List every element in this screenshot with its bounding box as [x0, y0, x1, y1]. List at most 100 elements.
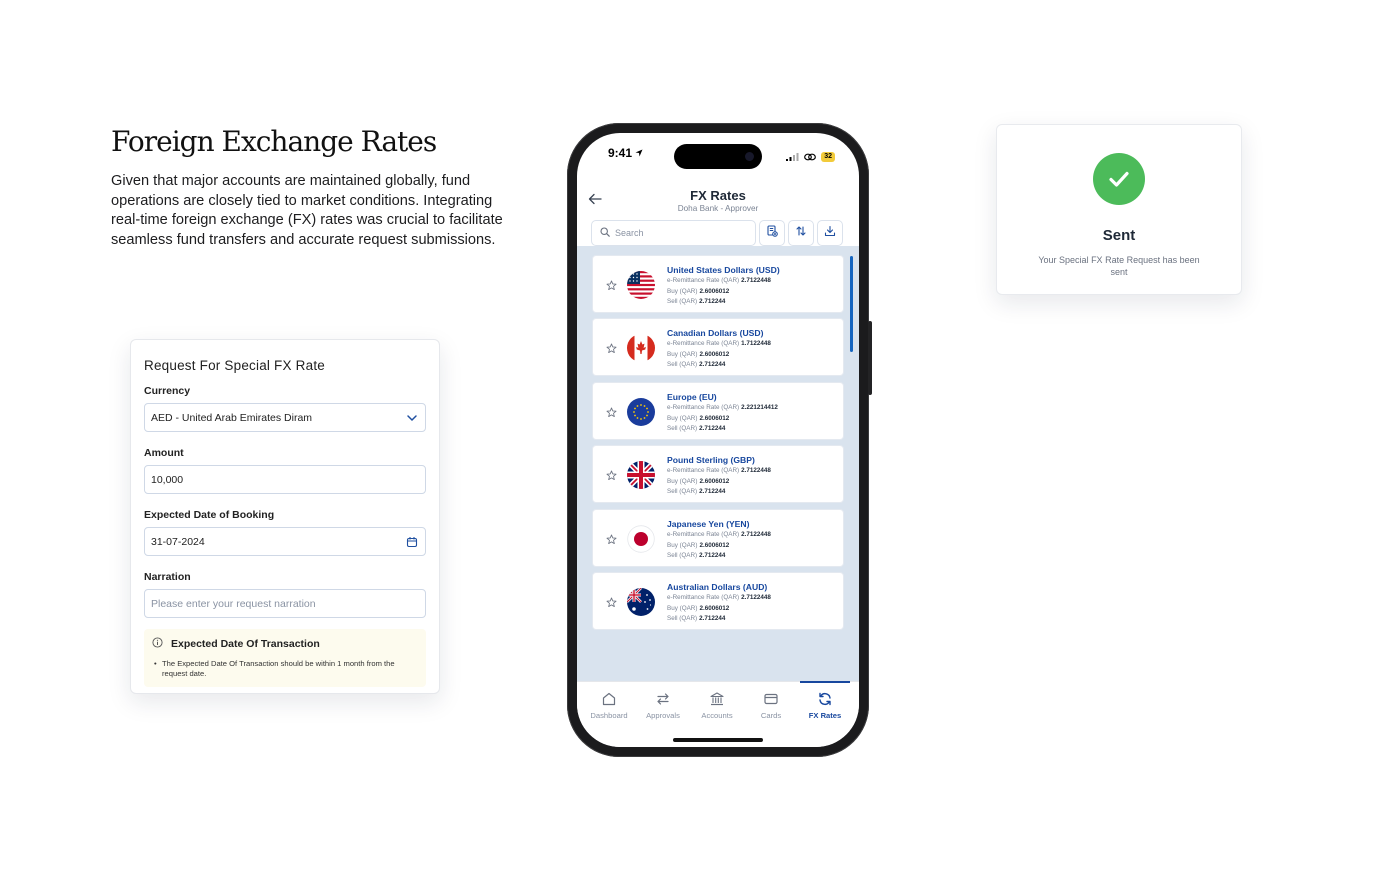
phone-side-button: [868, 321, 872, 395]
currency-name: Australian Dollars (AUD): [667, 582, 768, 592]
narration-placeholder: Please enter your request narration: [151, 597, 316, 610]
star-icon[interactable]: [606, 278, 617, 291]
currency-name: Pound Sterling (GBP): [667, 455, 755, 465]
bank-icon: [708, 690, 726, 708]
search-input[interactable]: Search: [591, 220, 756, 246]
swap-icon: [654, 690, 672, 708]
screen-title: FX Rates: [690, 188, 746, 203]
info-box: Expected Date Of Transaction The Expecte…: [144, 629, 426, 687]
sell-rate: Sell (QAR) 2.712244: [667, 552, 726, 559]
sent-subtitle: Your Special FX Rate Request has been se…: [1038, 255, 1200, 277]
currency-value: AED - United Arab Emirates Diram: [151, 411, 313, 424]
document-add-icon: [766, 224, 778, 242]
search-placeholder: Search: [615, 228, 644, 238]
sort-arrows-icon: [795, 224, 807, 242]
tab-fx-rates[interactable]: FX Rates: [798, 681, 852, 730]
currency-name: United States Dollars (USD): [667, 265, 780, 275]
phone-screen: 9:41 32 FX Rates Doha Bank - Approver Se…: [577, 133, 859, 747]
request-rate-button[interactable]: [759, 220, 785, 246]
rate-card-usd[interactable]: United States Dollars (USD) e-Remittance…: [592, 255, 844, 313]
currency-select[interactable]: AED - United Arab Emirates Diram: [144, 403, 426, 432]
download-button[interactable]: [817, 220, 843, 246]
rate-card-eu[interactable]: Europe (EU) e-Remittance Rate (QAR) 2.221…: [592, 382, 844, 440]
sell-rate: Sell (QAR) 2.712244: [667, 425, 726, 432]
sell-rate: Sell (QAR) 2.712244: [667, 298, 726, 305]
dynamic-island: [674, 144, 762, 169]
currency-name: Japanese Yen (YEN): [667, 519, 750, 529]
australia-flag-icon: [627, 588, 655, 616]
amount-input[interactable]: 10,000: [144, 465, 426, 494]
tab-dashboard[interactable]: Dashboard: [582, 682, 636, 730]
japan-flag-icon: [627, 525, 655, 553]
buy-rate: Buy (QAR) 2.6006012: [667, 351, 730, 358]
sent-title: Sent: [1102, 227, 1136, 244]
remit-rate: e-Remittance Rate (QAR) 2.7122448: [667, 594, 771, 601]
star-icon[interactable]: [606, 405, 617, 418]
status-indicators: 32: [786, 148, 835, 166]
canada-flag-icon: [627, 334, 655, 362]
currency-name: Canadian Dollars (USD): [667, 328, 764, 338]
rate-card-cad[interactable]: Canadian Dollars (USD) e-Remittance Rate…: [592, 318, 844, 376]
buy-rate: Buy (QAR) 2.6006012: [667, 542, 730, 549]
star-icon[interactable]: [606, 595, 617, 608]
location-arrow-icon: [635, 146, 643, 160]
buy-rate: Buy (QAR) 2.6006012: [667, 478, 730, 485]
card-icon: [762, 690, 780, 708]
star-icon[interactable]: [606, 532, 617, 545]
eu-flag-icon: [627, 398, 655, 426]
sort-button[interactable]: [788, 220, 814, 246]
sent-confirmation-card: Sent Your Special FX Rate Request has be…: [996, 124, 1242, 295]
page-title: Foreign Exchange Rates: [111, 125, 437, 158]
currency-name: Europe (EU): [667, 392, 717, 402]
status-time: 9:41: [608, 146, 643, 160]
amount-value: 10,000: [151, 473, 184, 486]
buy-rate: Buy (QAR) 2.6006012: [667, 288, 730, 295]
intro-description: Given that major accounts are maintained…: [111, 173, 503, 248]
booking-date-input[interactable]: 31-07-2024: [144, 527, 426, 556]
form-title: Request For Special FX Rate: [144, 358, 325, 373]
info-text: The Expected Date Of Transaction should …: [152, 659, 418, 679]
remit-rate: e-Remittance Rate (QAR) 2.7122448: [667, 467, 771, 474]
rate-card-aud[interactable]: Australian Dollars (AUD) e-Remittance Ra…: [592, 572, 844, 630]
remit-rate: e-Remittance Rate (QAR) 2.7122448: [667, 531, 771, 538]
sell-rate: Sell (QAR) 2.712244: [667, 361, 726, 368]
booking-date-label: Expected Date of Booking: [144, 509, 275, 521]
chevron-down-icon: [405, 411, 419, 425]
us-flag-icon: [627, 271, 655, 299]
signal-icon: [786, 148, 799, 166]
star-icon[interactable]: [606, 468, 617, 481]
battery-icon: 32: [821, 152, 835, 162]
screen-subtitle: Doha Bank - Approver: [677, 204, 759, 213]
calendar-icon[interactable]: [405, 535, 419, 549]
tab-approvals[interactable]: Approvals: [636, 682, 690, 730]
special-fx-request-form: Request For Special FX Rate Currency AED…: [130, 339, 440, 694]
tab-accounts[interactable]: Accounts: [690, 682, 744, 730]
narration-input[interactable]: Please enter your request narration: [144, 589, 426, 618]
info-title: Expected Date Of Transaction: [171, 638, 320, 650]
buy-rate: Buy (QAR) 2.6006012: [667, 605, 730, 612]
scrollbar[interactable]: [850, 256, 853, 352]
fx-rate-list[interactable]: United States Dollars (USD) e-Remittance…: [577, 246, 859, 682]
remit-rate: e-Remittance Rate (QAR) 2.7122448: [667, 277, 771, 284]
sell-rate: Sell (QAR) 2.712244: [667, 615, 726, 622]
app-header: FX Rates Doha Bank - Approver Search: [577, 173, 859, 247]
star-icon[interactable]: [606, 341, 617, 354]
tab-cards[interactable]: Cards: [744, 682, 798, 730]
buy-rate: Buy (QAR) 2.6006012: [667, 415, 730, 422]
narration-label: Narration: [144, 571, 191, 583]
amount-label: Amount: [144, 447, 184, 459]
currency-label: Currency: [144, 385, 191, 397]
rate-card-jpy[interactable]: Japanese Yen (YEN) e-Remittance Rate (QA…: [592, 509, 844, 567]
home-icon: [600, 690, 618, 708]
home-indicator: [673, 738, 763, 742]
remit-rate: e-Remittance Rate (QAR) 2.221214412: [667, 404, 778, 411]
uk-flag-icon: [627, 461, 655, 489]
remit-rate: e-Remittance Rate (QAR) 1.7122448: [667, 340, 771, 347]
intro-section: Foreign Exchange Rates Given that major …: [111, 124, 511, 250]
phone-mockup: 9:41 32 FX Rates Doha Bank - Approver Se…: [567, 123, 872, 757]
check-circle-icon: [1093, 153, 1145, 205]
rate-card-gbp[interactable]: Pound Sterling (GBP) e-Remittance Rate (…: [592, 445, 844, 503]
refresh-icon: [816, 690, 834, 708]
sell-rate: Sell (QAR) 2.712244: [667, 488, 726, 495]
search-icon: [600, 227, 610, 239]
